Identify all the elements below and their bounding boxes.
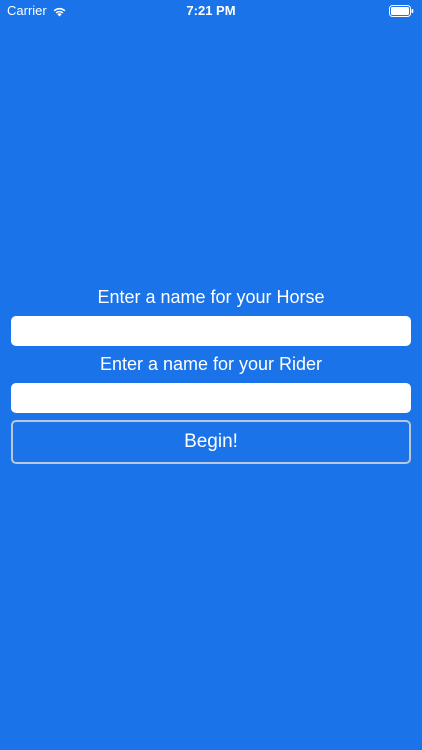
- rider-name-input[interactable]: [11, 383, 411, 413]
- begin-button[interactable]: Begin!: [11, 420, 411, 464]
- status-bar: Carrier 7:21 PM: [0, 0, 422, 22]
- battery-icon: [389, 4, 414, 17]
- horse-name-label: Enter a name for your Horse: [97, 287, 325, 307]
- clock: 7:21 PM: [186, 3, 236, 18]
- horse-name-input[interactable]: [11, 316, 411, 346]
- name-form: Enter a name for your Horse Enter a name…: [11, 285, 411, 464]
- rider-name-label: Enter a name for your Rider: [99, 354, 323, 374]
